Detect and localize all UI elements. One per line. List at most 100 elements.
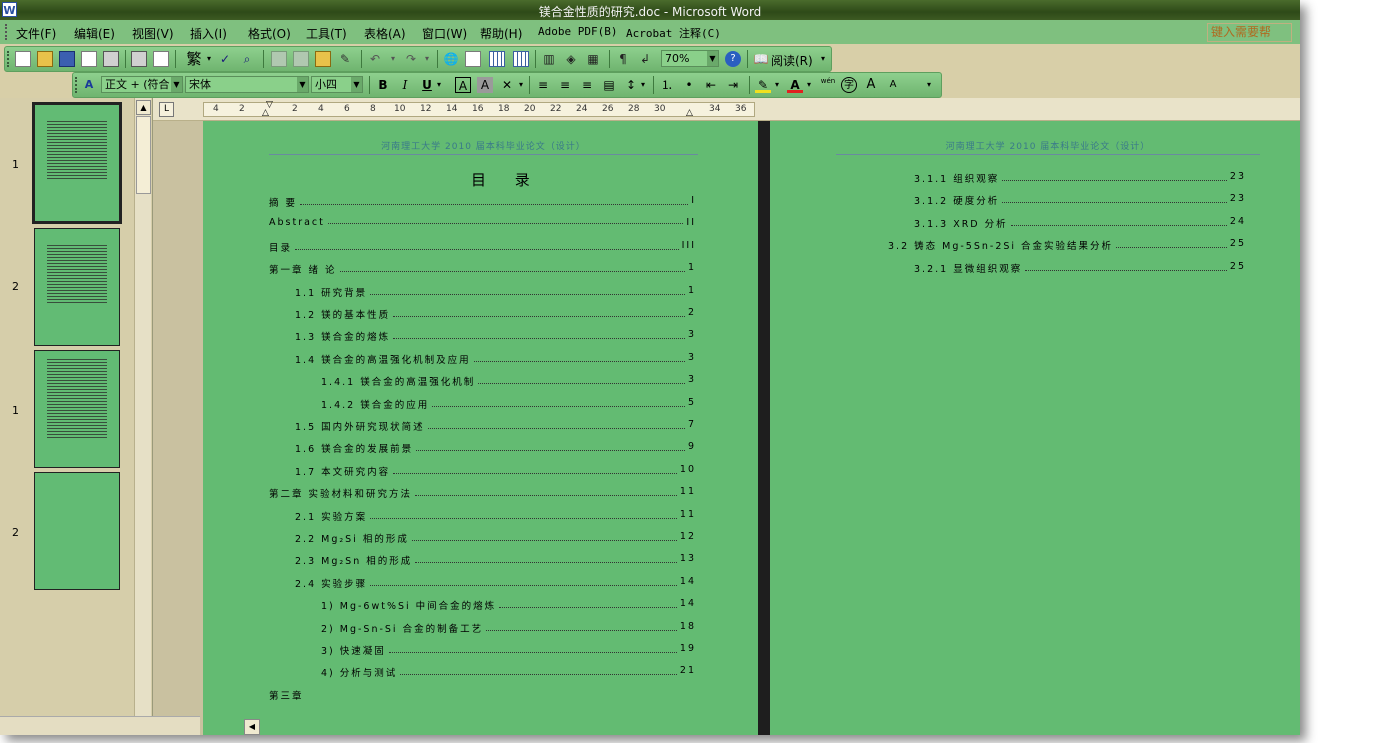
left-indent-marker[interactable]: △: [262, 108, 269, 118]
align-center-icon[interactable]: ≡: [557, 77, 573, 93]
toc-entry[interactable]: 1.4 镁合金的高温强化机制及应用 3: [295, 352, 696, 366]
cut-icon[interactable]: [271, 51, 287, 67]
grow-font-button[interactable]: A: [863, 77, 879, 93]
thumbnail-page[interactable]: [32, 102, 122, 224]
menu-help[interactable]: 帮助(H): [480, 25, 522, 42]
underline-button[interactable]: U: [419, 77, 435, 93]
document-page-right[interactable]: 河南理工大学 2010 届本科毕业论文（设计） 3.1.1 组织观察 23 3.1.…: [770, 121, 1300, 735]
menu-window[interactable]: 窗口(W): [422, 25, 467, 42]
chevron-down-icon[interactable]: ▾: [805, 77, 813, 93]
toc-entry[interactable]: 3) 快速凝固 19: [321, 643, 696, 657]
chevron-down-icon[interactable]: ▼: [297, 77, 308, 92]
chevron-down-icon[interactable]: ▾: [389, 51, 397, 67]
chevron-down-icon[interactable]: ▾: [205, 51, 213, 67]
toc-entry[interactable]: 3.2 铸态 Mg-5Sn-2Si 合金实验结果分析 25: [888, 238, 1246, 252]
chevron-down-icon[interactable]: ▼: [707, 51, 718, 66]
menu-grip-icon[interactable]: [5, 24, 10, 40]
permission-icon[interactable]: [81, 51, 97, 67]
toc-entry[interactable]: 2.1 实验方案 11: [295, 509, 696, 523]
toc-entry[interactable]: 1.5 国内外研究现状简述 7: [295, 419, 696, 433]
traditional-chinese-button[interactable]: 繁: [183, 51, 205, 67]
char-border-button[interactable]: A: [455, 77, 471, 93]
decrease-indent-icon[interactable]: ⇤: [703, 77, 719, 93]
font-color-button[interactable]: A: [787, 77, 803, 93]
toc-entry[interactable]: 3.1.2 硬度分析 23: [914, 193, 1246, 207]
email-icon[interactable]: [103, 51, 119, 67]
spelling-check-icon[interactable]: ✓: [217, 51, 233, 67]
toc-entry[interactable]: 1.6 镁合金的发展前景 9: [295, 441, 696, 455]
thumbnail-page[interactable]: [34, 472, 120, 590]
drawing-icon[interactable]: ◈: [563, 51, 579, 67]
columns-icon[interactable]: ▥: [541, 51, 557, 67]
menu-acrobat-comments[interactable]: Acrobat 注释(C): [626, 25, 721, 41]
char-scaling-icon[interactable]: ✕: [499, 77, 515, 93]
thumbnail-page[interactable]: [34, 350, 120, 468]
toc-entry[interactable]: 2) Mg-Sn-Si 合金的制备工艺 18: [321, 621, 696, 635]
insert-table-icon[interactable]: [489, 51, 505, 67]
toc-entry[interactable]: 3.2.1 显微组织观察 25: [914, 261, 1246, 275]
line-spacing-icon[interactable]: ↕: [623, 77, 639, 93]
menu-file[interactable]: 文件(F): [16, 25, 56, 42]
open-folder-icon[interactable]: [37, 51, 53, 67]
scrollbar-thumb[interactable]: [136, 116, 151, 194]
insert-excel-icon[interactable]: [513, 51, 529, 67]
document-page-left[interactable]: 河南理工大学 2010 届本科毕业论文（设计） 目 录 摘 要 I Abstract…: [203, 121, 758, 735]
paragraph-mark-icon[interactable]: ↲: [637, 51, 653, 67]
toc-entry[interactable]: 第三章: [269, 688, 696, 702]
toc-entry[interactable]: 1) Mg-6wt%Si 中间合金的熔炼 14: [321, 598, 696, 612]
phonetic-guide-button[interactable]: wén: [819, 77, 837, 93]
thumbnails-scrollbar[interactable]: ▲: [134, 98, 151, 735]
scroll-up-icon[interactable]: ▲: [136, 100, 151, 115]
hyperlink-icon[interactable]: 🌐: [443, 51, 459, 67]
chevron-down-icon[interactable]: ▼: [171, 77, 182, 92]
read-mode-button[interactable]: 阅读(R): [771, 52, 813, 69]
right-indent-marker[interactable]: △: [686, 108, 693, 118]
format-painter-icon[interactable]: ✎: [337, 51, 353, 67]
document-map-icon[interactable]: ▦: [585, 51, 601, 67]
chevron-down-icon[interactable]: ▾: [773, 77, 781, 93]
toc-entry[interactable]: 1.3 镁合金的熔炼 3: [295, 329, 696, 343]
redo-icon[interactable]: ↷: [403, 51, 419, 67]
font-size-combo[interactable]: 小四 ▼: [311, 76, 363, 93]
italic-button[interactable]: I: [397, 77, 413, 93]
enclose-chars-button[interactable]: 字: [841, 77, 857, 93]
new-document-icon[interactable]: [15, 51, 31, 67]
style-combo[interactable]: 正文 + (符合 ▼: [101, 76, 183, 93]
numbering-icon[interactable]: ⒈: [659, 77, 675, 93]
bold-button[interactable]: B: [375, 77, 391, 93]
highlight-icon[interactable]: ✎: [755, 77, 771, 93]
print-preview-icon[interactable]: [153, 51, 169, 67]
menu-edit[interactable]: 编辑(E): [74, 25, 115, 42]
toc-entry[interactable]: 3.1.1 组织观察 23: [914, 171, 1246, 185]
zoom-combo[interactable]: 70% ▼: [661, 50, 719, 67]
toc-entry[interactable]: Abstract II: [269, 217, 696, 228]
menu-format[interactable]: 格式(O): [248, 25, 291, 42]
chevron-down-icon[interactable]: ▾: [423, 51, 431, 67]
tab-selector[interactable]: L: [159, 102, 174, 117]
toc-entry[interactable]: 第一章 绪 论 1: [269, 262, 696, 276]
copy-icon[interactable]: [293, 51, 309, 67]
toc-entry[interactable]: 1.4.2 镁合金的应用 5: [321, 397, 696, 411]
research-icon[interactable]: ⌕: [239, 51, 255, 67]
increase-indent-icon[interactable]: ⇥: [725, 77, 741, 93]
menu-tools[interactable]: 工具(T): [306, 25, 347, 42]
scroll-left-icon[interactable]: ◀: [244, 719, 260, 735]
toc-entry[interactable]: 目录 III: [269, 240, 696, 254]
toc-entry[interactable]: 1.2 镁的基本性质 2: [295, 307, 696, 321]
toc-entry[interactable]: 第二章 实验材料和研究方法 11: [269, 486, 696, 500]
toc-entry[interactable]: 1.1 研究背景 1: [295, 285, 696, 299]
chevron-down-icon[interactable]: ▼: [351, 77, 362, 92]
menu-adobe-pdf[interactable]: Adobe PDF(B): [538, 25, 617, 38]
undo-icon[interactable]: ↶: [367, 51, 383, 67]
align-justify-icon[interactable]: ≡: [535, 77, 551, 93]
toc-entry[interactable]: 摘 要I: [269, 195, 696, 209]
distributed-icon[interactable]: ▤: [601, 77, 617, 93]
help-search-input[interactable]: 键入需要帮: [1207, 23, 1292, 42]
menu-view[interactable]: 视图(V): [132, 25, 174, 42]
styles-formatting-icon[interactable]: A: [81, 77, 97, 93]
chevron-down-icon[interactable]: ▾: [639, 77, 647, 93]
font-combo[interactable]: 宋体 ▼: [185, 76, 309, 93]
chevron-down-icon[interactable]: ▾: [435, 77, 443, 93]
align-right-icon[interactable]: ≡: [579, 77, 595, 93]
toc-entry[interactable]: 4) 分析与测试 21: [321, 665, 696, 679]
